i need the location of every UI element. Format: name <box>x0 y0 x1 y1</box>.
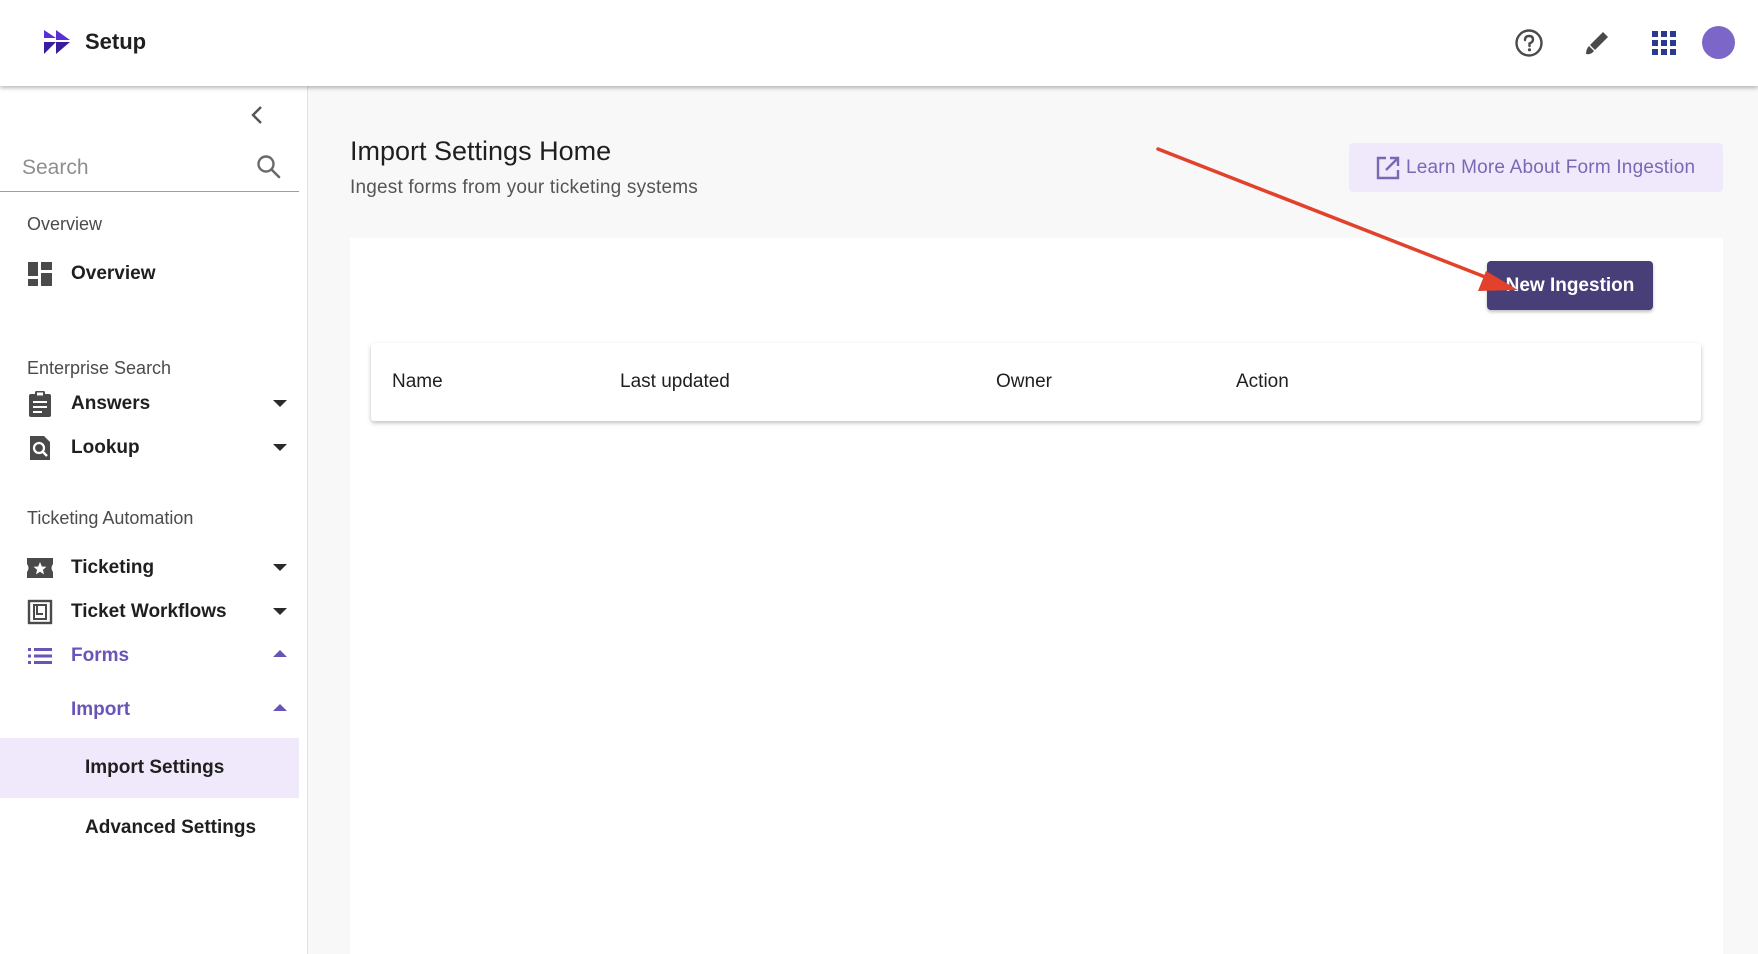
column-header-name[interactable]: Name <box>392 371 443 393</box>
chevron-down-icon[interactable] <box>273 400 287 407</box>
sidebar-item-ticketing[interactable]: Ticketing <box>0 545 299 589</box>
clipboard-icon <box>26 390 54 418</box>
brush-icon <box>1586 32 1608 55</box>
chevron-left-icon <box>251 106 262 124</box>
sidebar-item-label: Answers <box>71 393 151 414</box>
learn-more-label: Learn More About Form Ingestion <box>1406 157 1696 178</box>
sidebar-item-import[interactable]: Import <box>0 687 299 731</box>
help-icon <box>1515 29 1543 57</box>
column-header-action[interactable]: Action <box>1236 371 1289 393</box>
sidebar-item-lookup[interactable]: Lookup <box>0 425 299 469</box>
sidebar-item-ticket-workflows[interactable]: Ticket Workflows <box>0 589 299 633</box>
open-in-new-icon <box>1376 156 1400 180</box>
page-subtitle: Ingest forms from your ticketing systems <box>350 177 698 198</box>
main-content: Import Settings Home Ingest forms from y… <box>309 86 1758 954</box>
new-ingestion-button[interactable]: New Ingestion <box>1487 261 1653 310</box>
column-header-owner[interactable]: Owner <box>996 371 1052 393</box>
sidebar-item-overview[interactable]: Overview <box>0 251 299 295</box>
sidebar-item-import-settings[interactable]: Import Settings <box>0 738 299 798</box>
chevron-down-icon[interactable] <box>273 444 287 451</box>
search-icon[interactable] <box>256 154 282 180</box>
sidebar-item-label: Ticket Workflows <box>71 601 227 622</box>
apps-grid-icon <box>1652 31 1676 55</box>
user-avatar[interactable] <box>1702 26 1735 59</box>
help-button[interactable] <box>1510 24 1548 62</box>
section-title-ticketing-automation: Ticketing Automation <box>27 508 194 528</box>
ticket-star-icon <box>26 554 54 582</box>
list-icon <box>26 642 54 670</box>
sidebar-search <box>0 144 299 192</box>
sidebar-item-answers[interactable]: Answers <box>0 381 299 425</box>
search-input[interactable] <box>22 152 242 184</box>
brush-button[interactable] <box>1578 24 1616 62</box>
collapse-sidebar-button[interactable] <box>244 102 270 128</box>
logo-icon <box>44 30 70 54</box>
workflow-icon <box>26 598 54 626</box>
page-title: Import Settings Home <box>350 136 612 166</box>
sidebar-item-forms[interactable]: Forms <box>0 633 299 677</box>
chevron-up-icon[interactable] <box>273 650 287 657</box>
sidebar-item-label: Forms <box>71 645 130 666</box>
sidebar-item-label: Overview <box>71 263 156 284</box>
sidebar-item-label: Advanced Settings <box>85 817 257 838</box>
chevron-down-icon[interactable] <box>273 608 287 615</box>
sidebar: Overview Overview Enterprise Search Answ… <box>0 86 308 954</box>
sidebar-item-advanced-settings[interactable]: Advanced Settings <box>0 798 299 858</box>
chevron-up-icon[interactable] <box>273 704 287 711</box>
learn-more-button[interactable]: Learn More About Form Ingestion <box>1349 143 1723 192</box>
app-title: Setup <box>85 29 147 54</box>
find-in-page-icon <box>26 434 54 462</box>
sidebar-item-label: Lookup <box>71 437 140 458</box>
dashboard-icon <box>26 260 54 288</box>
chevron-down-icon[interactable] <box>273 564 287 571</box>
sidebar-item-label: Import Settings <box>85 757 225 778</box>
sidebar-item-label: Ticketing <box>71 557 155 578</box>
top-bar: Setup <box>0 0 1758 86</box>
section-title-overview: Overview <box>27 214 103 234</box>
apps-button[interactable] <box>1645 24 1683 62</box>
ingestion-table-header: Name Last updated Owner Action <box>371 343 1701 421</box>
section-title-enterprise-search: Enterprise Search <box>27 358 172 378</box>
column-header-last-updated[interactable]: Last updated <box>620 371 730 393</box>
sidebar-item-label: Import <box>71 699 131 720</box>
